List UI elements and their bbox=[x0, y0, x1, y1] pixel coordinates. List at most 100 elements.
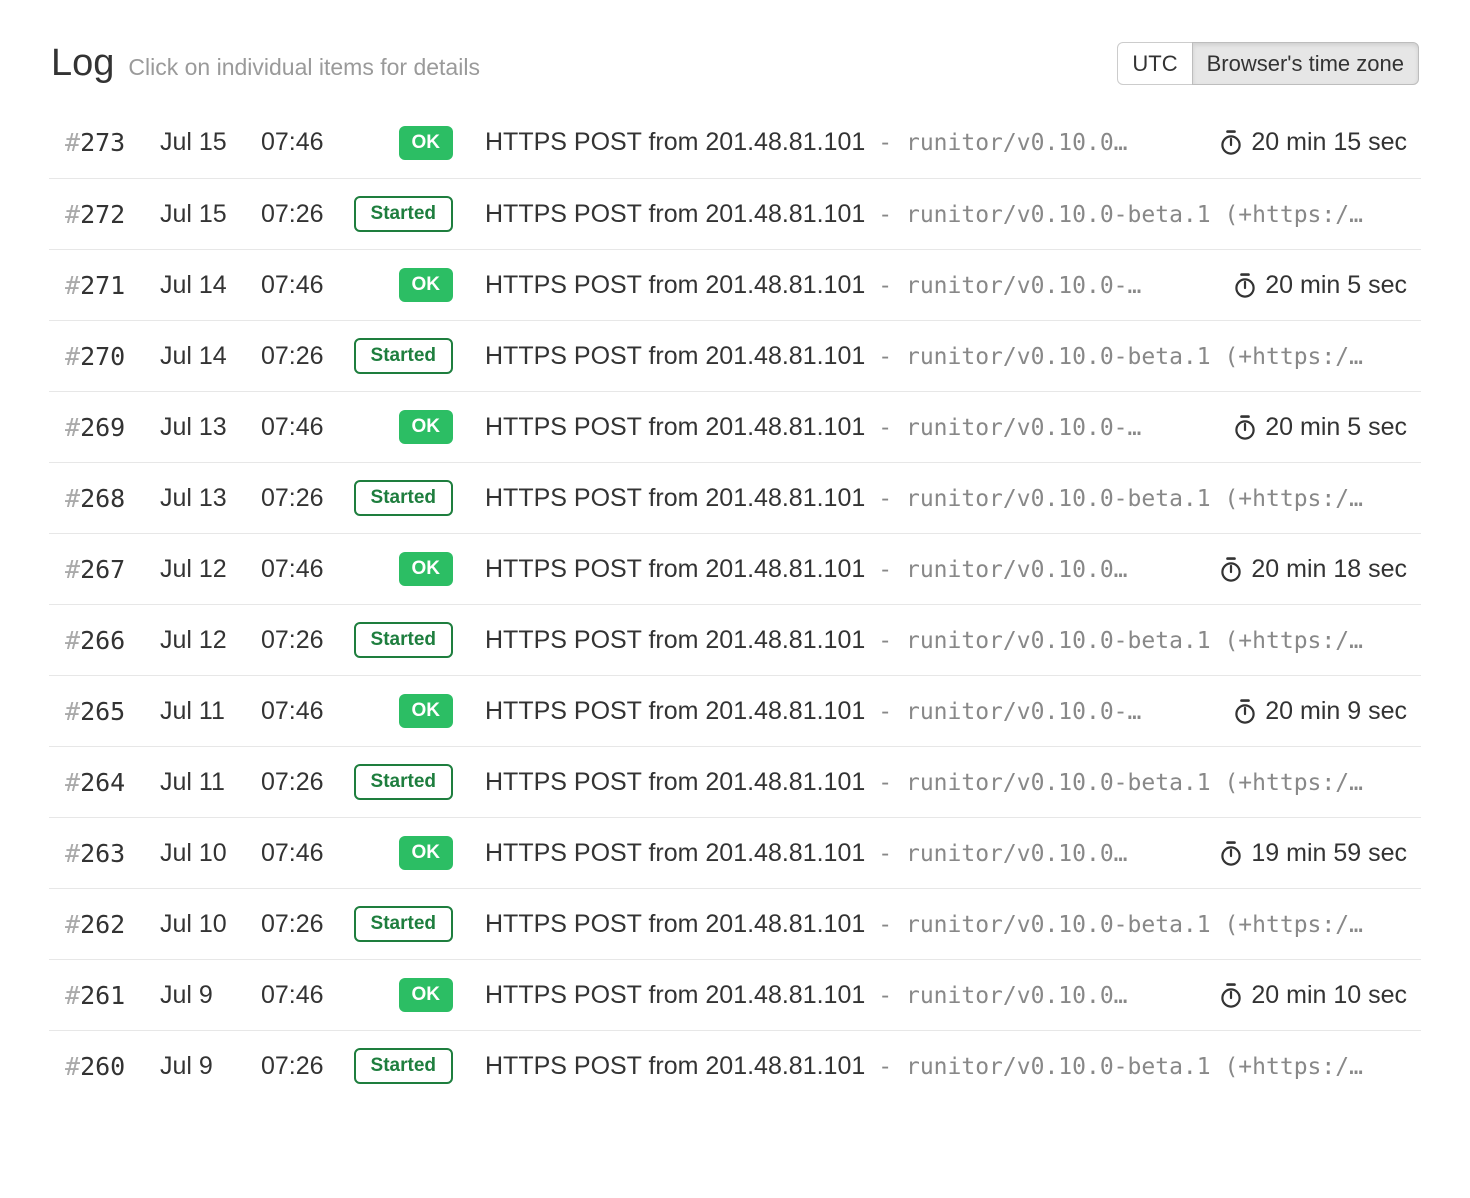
event-description: HTTPS POST from 201.48.81.101 - runitor/… bbox=[485, 271, 1211, 300]
stopwatch-icon bbox=[1219, 982, 1243, 1009]
status-badge-cell: OK bbox=[360, 552, 453, 586]
request-summary: HTTPS POST from 201.48.81.101 bbox=[485, 555, 865, 584]
log-row[interactable]: #273 Jul 15 07:46 OK HTTPS POST from 201… bbox=[49, 107, 1421, 178]
event-date: Jul 14 bbox=[160, 271, 261, 300]
user-agent: - runitor/v0.10.0… bbox=[878, 983, 1127, 1009]
request-summary: HTTPS POST from 201.48.81.101 bbox=[485, 1052, 865, 1081]
browser-timezone-button[interactable]: Browser's time zone bbox=[1192, 42, 1419, 85]
event-number: #267 bbox=[65, 555, 160, 584]
status-badge: OK bbox=[399, 126, 454, 160]
request-summary: HTTPS POST from 201.48.81.101 bbox=[485, 910, 865, 939]
event-date: Jul 13 bbox=[160, 413, 261, 442]
event-description: HTTPS POST from 201.48.81.101 - runitor/… bbox=[485, 626, 1407, 655]
status-badge: OK bbox=[399, 268, 454, 302]
event-time: 07:46 bbox=[261, 981, 360, 1010]
log-row[interactable]: #265 Jul 11 07:46 OK HTTPS POST from 201… bbox=[49, 675, 1421, 746]
status-badge: OK bbox=[399, 410, 454, 444]
log-row[interactable]: #272 Jul 15 07:26 Started HTTPS POST fro… bbox=[49, 178, 1421, 249]
duration: 20 min 9 sec bbox=[1211, 697, 1407, 726]
event-description: HTTPS POST from 201.48.81.101 - runitor/… bbox=[485, 839, 1197, 868]
event-description: HTTPS POST from 201.48.81.101 - runitor/… bbox=[485, 555, 1197, 584]
status-badge-cell: OK bbox=[360, 126, 453, 160]
user-agent: - runitor/v0.10.0-beta.1 (+https:/… bbox=[878, 628, 1363, 654]
event-date: Jul 13 bbox=[160, 484, 261, 513]
event-number: #262 bbox=[65, 910, 160, 939]
stopwatch-icon bbox=[1219, 840, 1243, 867]
request-summary: HTTPS POST from 201.48.81.101 bbox=[485, 484, 865, 513]
user-agent: - runitor/v0.10.0-beta.1 (+https:/… bbox=[878, 344, 1363, 370]
event-description: HTTPS POST from 201.48.81.101 - runitor/… bbox=[485, 768, 1407, 797]
event-time: 07:46 bbox=[261, 555, 360, 584]
event-number: #268 bbox=[65, 484, 160, 513]
log-row[interactable]: #267 Jul 12 07:46 OK HTTPS POST from 201… bbox=[49, 533, 1421, 604]
event-date: Jul 12 bbox=[160, 626, 261, 655]
log-row[interactable]: #268 Jul 13 07:26 Started HTTPS POST fro… bbox=[49, 462, 1421, 533]
title-block: Log Click on individual items for detail… bbox=[51, 42, 480, 85]
log-row[interactable]: #270 Jul 14 07:26 Started HTTPS POST fro… bbox=[49, 320, 1421, 391]
page-header: Log Click on individual items for detail… bbox=[49, 42, 1421, 85]
log-table: #273 Jul 15 07:46 OK HTTPS POST from 201… bbox=[49, 107, 1421, 1101]
event-date: Jul 11 bbox=[160, 768, 261, 797]
request-summary: HTTPS POST from 201.48.81.101 bbox=[485, 626, 865, 655]
status-badge-cell: Started bbox=[360, 480, 453, 516]
log-row[interactable]: #262 Jul 10 07:26 Started HTTPS POST fro… bbox=[49, 888, 1421, 959]
duration: 19 min 59 sec bbox=[1197, 839, 1407, 868]
hash-prefix: # bbox=[65, 484, 80, 513]
event-date: Jul 15 bbox=[160, 200, 261, 229]
event-time: 07:26 bbox=[261, 768, 360, 797]
status-badge-cell: OK bbox=[360, 836, 453, 870]
status-badge: OK bbox=[399, 978, 454, 1012]
duration-text: 20 min 18 sec bbox=[1251, 555, 1407, 584]
hash-prefix: # bbox=[65, 342, 80, 371]
status-badge-cell: Started bbox=[360, 196, 453, 232]
log-row[interactable]: #271 Jul 14 07:46 OK HTTPS POST from 201… bbox=[49, 249, 1421, 320]
status-badge: Started bbox=[354, 338, 453, 374]
event-number: #266 bbox=[65, 626, 160, 655]
duration: 20 min 18 sec bbox=[1197, 555, 1407, 584]
status-badge-cell: OK bbox=[360, 410, 453, 444]
log-row[interactable]: #264 Jul 11 07:26 Started HTTPS POST fro… bbox=[49, 746, 1421, 817]
status-badge-cell: OK bbox=[360, 268, 453, 302]
user-agent: - runitor/v0.10.0-beta.1 (+https:/… bbox=[878, 770, 1363, 796]
user-agent: - runitor/v0.10.0… bbox=[878, 841, 1127, 867]
stopwatch-icon bbox=[1233, 698, 1257, 725]
hash-prefix: # bbox=[65, 981, 80, 1010]
log-row[interactable]: #266 Jul 12 07:26 Started HTTPS POST fro… bbox=[49, 604, 1421, 675]
event-number: #269 bbox=[65, 413, 160, 442]
event-time: 07:46 bbox=[261, 271, 360, 300]
event-time: 07:26 bbox=[261, 910, 360, 939]
event-number: #261 bbox=[65, 981, 160, 1010]
stopwatch-icon bbox=[1219, 129, 1243, 156]
event-date: Jul 14 bbox=[160, 342, 261, 371]
log-row[interactable]: #269 Jul 13 07:46 OK HTTPS POST from 201… bbox=[49, 391, 1421, 462]
hash-prefix: # bbox=[65, 697, 80, 726]
request-summary: HTTPS POST from 201.48.81.101 bbox=[485, 768, 865, 797]
log-row[interactable]: #263 Jul 10 07:46 OK HTTPS POST from 201… bbox=[49, 817, 1421, 888]
duration-text: 20 min 5 sec bbox=[1265, 271, 1407, 300]
duration: 20 min 5 sec bbox=[1211, 271, 1407, 300]
duration-text: 20 min 9 sec bbox=[1265, 697, 1407, 726]
request-summary: HTTPS POST from 201.48.81.101 bbox=[485, 697, 865, 726]
duration: 20 min 10 sec bbox=[1197, 981, 1407, 1010]
status-badge: OK bbox=[399, 552, 454, 586]
event-date: Jul 9 bbox=[160, 1052, 261, 1081]
log-page: Log Click on individual items for detail… bbox=[0, 42, 1470, 1101]
event-date: Jul 9 bbox=[160, 981, 261, 1010]
event-description: HTTPS POST from 201.48.81.101 - runitor/… bbox=[485, 484, 1407, 513]
status-badge-cell: OK bbox=[360, 694, 453, 728]
event-time: 07:26 bbox=[261, 626, 360, 655]
event-number: #271 bbox=[65, 271, 160, 300]
event-date: Jul 11 bbox=[160, 697, 261, 726]
event-time: 07:46 bbox=[261, 128, 360, 157]
utc-button[interactable]: UTC bbox=[1117, 42, 1192, 85]
log-row[interactable]: #260 Jul 9 07:26 Started HTTPS POST from… bbox=[49, 1030, 1421, 1101]
user-agent: - runitor/v0.10.0-beta.1 (+https:/… bbox=[878, 202, 1363, 228]
hash-prefix: # bbox=[65, 271, 80, 300]
hash-prefix: # bbox=[65, 1052, 80, 1081]
event-date: Jul 10 bbox=[160, 839, 261, 868]
event-date: Jul 15 bbox=[160, 128, 261, 157]
event-description: HTTPS POST from 201.48.81.101 - runitor/… bbox=[485, 342, 1407, 371]
hash-prefix: # bbox=[65, 413, 80, 442]
log-row[interactable]: #261 Jul 9 07:46 OK HTTPS POST from 201.… bbox=[49, 959, 1421, 1030]
request-summary: HTTPS POST from 201.48.81.101 bbox=[485, 200, 865, 229]
